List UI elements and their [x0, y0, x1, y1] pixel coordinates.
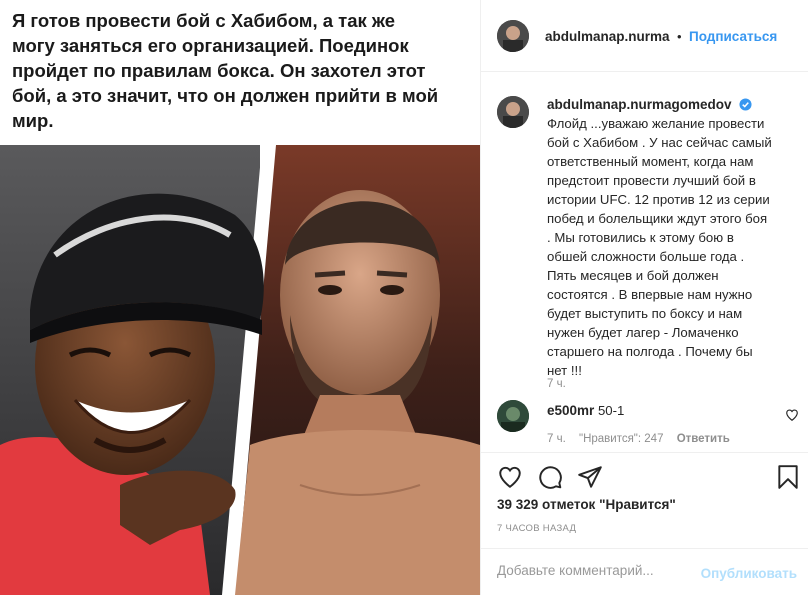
- add-comment-bar: Опубликовать: [481, 548, 808, 595]
- separator-dot: •: [676, 29, 682, 44]
- author-avatar[interactable]: [497, 20, 529, 52]
- comment-meta: 7 ч. "Нравится": 247 Ответить: [547, 433, 740, 445]
- comment-item: e500mr 50-1 7 ч. "Нравится": 247 Ответит…: [497, 400, 801, 450]
- share-icon[interactable]: [577, 464, 603, 490]
- caption-text: Флойд ...уважаю желание провести бой с Х…: [547, 116, 772, 378]
- comment-likes[interactable]: "Нравится": 247: [579, 433, 664, 445]
- commenter-avatar[interactable]: [497, 400, 529, 432]
- post-header: abdulmanap.nurma • Подписаться: [481, 0, 808, 72]
- comment-body: e500mr 50-1: [547, 403, 624, 418]
- small-heart-icon[interactable]: [785, 408, 799, 422]
- reply-button[interactable]: Ответить: [677, 433, 730, 445]
- comment-text: 50-1: [597, 403, 625, 418]
- bookmark-icon[interactable]: [777, 464, 799, 490]
- heart-icon[interactable]: [497, 464, 523, 490]
- likes-count[interactable]: 39 329 отметок "Нравится": [497, 497, 676, 512]
- comment-time[interactable]: 7 ч.: [547, 433, 566, 445]
- comment-input[interactable]: [497, 563, 697, 578]
- post-media[interactable]: Я готов провести бой с Хабибом, а так же…: [0, 0, 480, 595]
- publish-button[interactable]: Опубликовать: [701, 566, 797, 581]
- post-sidebar: abdulmanap.nurma • Подписаться abdulmana…: [480, 0, 808, 595]
- posted-ago[interactable]: 7 ЧАСОВ НАЗАД: [497, 523, 576, 534]
- avatar-image: [497, 400, 529, 432]
- header-username[interactable]: abdulmanap.nurma: [545, 29, 670, 44]
- avatar-image: [497, 96, 529, 128]
- comment-username[interactable]: e500mr: [547, 403, 594, 418]
- avatar-image: [497, 20, 529, 52]
- caption-avatar[interactable]: [497, 96, 529, 128]
- comment-icon[interactable]: [537, 464, 563, 490]
- post-photo: [0, 145, 480, 595]
- caption-time[interactable]: 7 ч.: [547, 378, 566, 390]
- verified-badge-icon: [739, 98, 752, 111]
- quote-text: Я готов провести бой с Хабибом, а так же…: [12, 10, 439, 131]
- post-actions: 39 329 отметок "Нравится" 7 ЧАСОВ НАЗАД: [481, 452, 808, 548]
- follow-button[interactable]: Подписаться: [689, 29, 777, 44]
- caption-username[interactable]: abdulmanap.nurmagomedov: [547, 97, 732, 112]
